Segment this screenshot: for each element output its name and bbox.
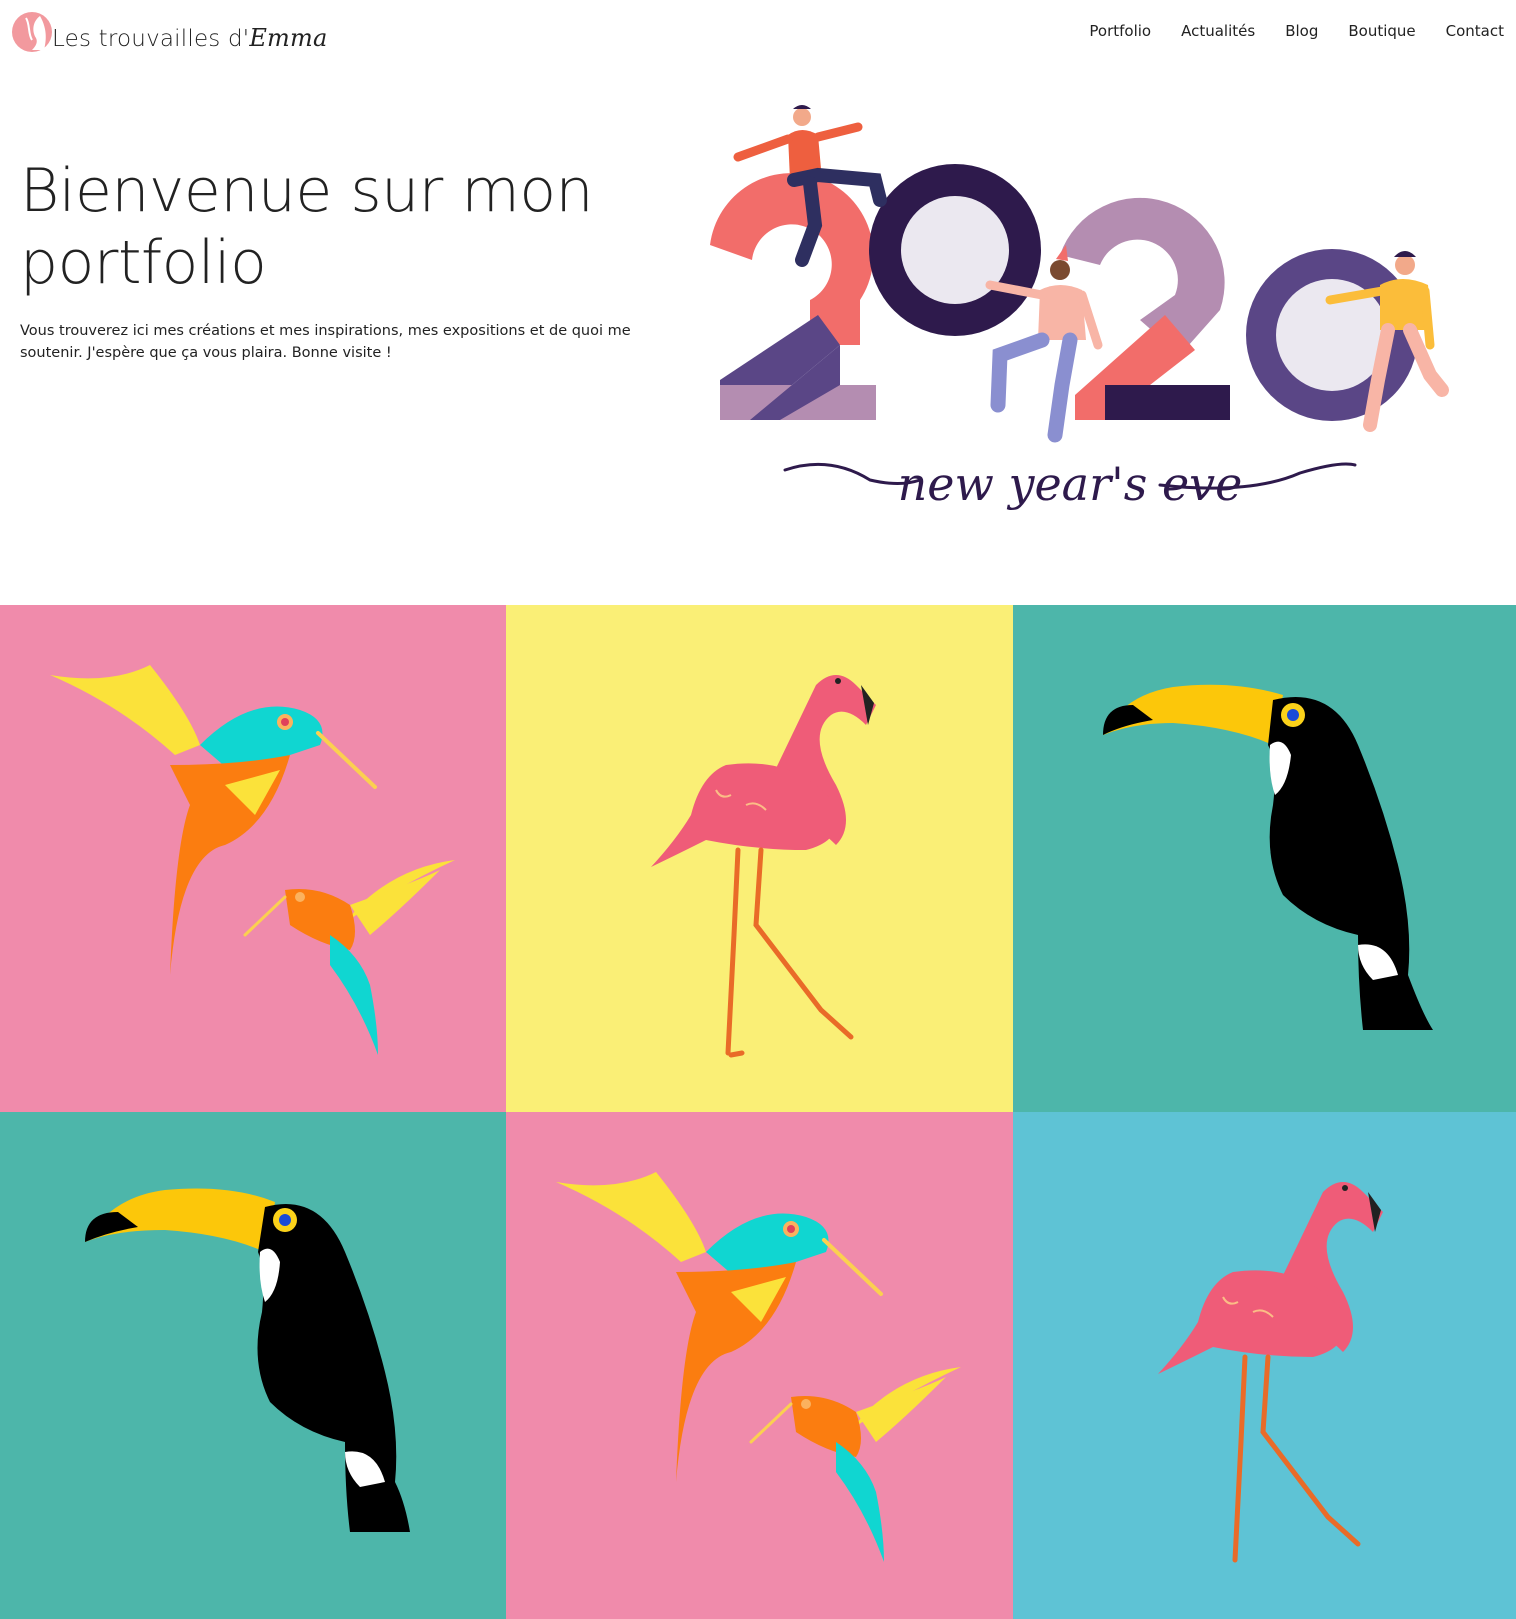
hummingbirds-illustration bbox=[556, 1172, 961, 1562]
nav-portfolio[interactable]: Portfolio bbox=[1089, 22, 1151, 40]
flamingo-illustration bbox=[1158, 1182, 1383, 1563]
toucan-illustration bbox=[85, 1188, 410, 1532]
nav-actualites[interactable]: Actualités bbox=[1181, 22, 1255, 40]
nav-boutique[interactable]: Boutique bbox=[1348, 22, 1415, 40]
nav-contact[interactable]: Contact bbox=[1446, 22, 1504, 40]
page-title: Bienvenue sur mon portfolio bbox=[20, 156, 594, 298]
nav-blog[interactable]: Blog bbox=[1285, 22, 1318, 40]
site-header: Les trouvailles d'Emma Portfolio Actuali… bbox=[0, 0, 1516, 70]
hero-art-caption: new year's eve bbox=[898, 457, 1243, 511]
logo-script-text: Emma bbox=[249, 24, 328, 52]
hero-description: Vous trouverez ici mes créations et mes … bbox=[20, 323, 631, 361]
logo-icon bbox=[10, 6, 58, 54]
gallery-tile-flamingo[interactable] bbox=[1013, 1112, 1516, 1619]
gallery-tile-flamingo[interactable] bbox=[506, 605, 1013, 1112]
flamingo-illustration bbox=[651, 675, 876, 1058]
logo-text: Les trouvailles d'Emma bbox=[52, 24, 328, 52]
gallery-tile-hummingbirds[interactable] bbox=[506, 1112, 1013, 1619]
new-year-2020-illustration: new year's eve bbox=[690, 95, 1470, 565]
main-nav: Portfolio Actualités Blog Boutique Conta… bbox=[1089, 22, 1504, 40]
gallery-tile-toucan[interactable] bbox=[1013, 605, 1516, 1112]
toucan-illustration bbox=[1103, 684, 1433, 1030]
gallery-tile-hummingbirds[interactable] bbox=[0, 605, 506, 1112]
site-logo[interactable]: Les trouvailles d'Emma bbox=[10, 2, 327, 54]
hummingbirds-illustration bbox=[50, 665, 455, 1055]
gallery-tile-toucan[interactable] bbox=[0, 1112, 506, 1619]
portfolio-gallery bbox=[0, 605, 1516, 1619]
